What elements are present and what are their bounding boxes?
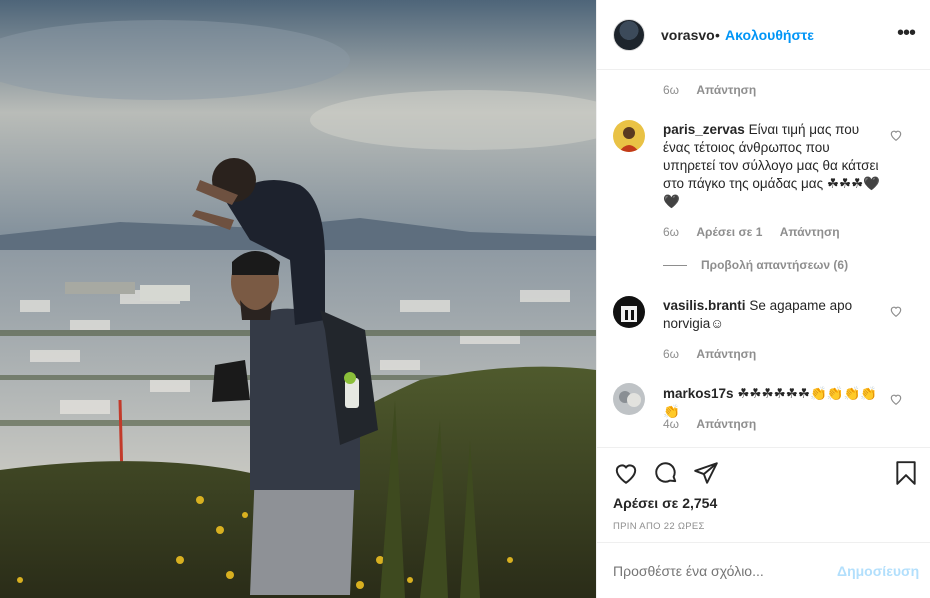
comment-input[interactable] bbox=[613, 563, 813, 579]
comment-meta: 6ω Αρέσει σε 1 Απάντηση bbox=[663, 225, 840, 239]
comment-reply-button[interactable]: Απάντηση bbox=[696, 347, 756, 361]
view-replies-button[interactable]: Προβολή απαντήσεων (6) bbox=[663, 258, 848, 272]
comment-like-icon[interactable] bbox=[889, 392, 903, 406]
comment-reply-button[interactable]: Απάντηση bbox=[780, 225, 840, 239]
comment-age: 6ω bbox=[663, 225, 680, 239]
replies-divider bbox=[663, 265, 687, 267]
comment-reply-button[interactable]: Απάντηση bbox=[696, 417, 756, 431]
author-avatar[interactable] bbox=[613, 19, 645, 51]
comment-body: markos17s ☘☘☘☘☘☘👏👏👏👏👏 bbox=[663, 385, 883, 421]
commenter-avatar[interactable] bbox=[613, 296, 645, 328]
commenter-avatar-picture bbox=[621, 306, 637, 322]
comment-age: 4ω bbox=[663, 417, 680, 431]
comment-meta: 4ω Απάντηση bbox=[663, 417, 756, 431]
comment-meta: 6ω Απάντηση bbox=[663, 347, 756, 361]
post-photo-scene bbox=[0, 0, 596, 598]
heart-icon[interactable] bbox=[613, 460, 639, 486]
post-header: vorasvo • Ακολουθήστε ••• bbox=[597, 0, 930, 70]
comment-body: paris_zervas Είναι τιμή μας που ένας τέτ… bbox=[663, 121, 883, 211]
commenter-avatar[interactable] bbox=[613, 120, 645, 152]
comment-age: 6ω bbox=[663, 347, 680, 361]
commenter-username[interactable]: paris_zervas bbox=[663, 122, 745, 137]
post-sidebar: vorasvo • Ακολουθήστε ••• 6ω Απάντηση pa… bbox=[596, 0, 930, 598]
post-comment-button[interactable]: Δημοσίευση bbox=[837, 563, 919, 579]
like-count[interactable]: Αρέσει σε 2,754 bbox=[613, 495, 717, 511]
separator-dot: • bbox=[715, 27, 720, 43]
comment-body: vasilis.branti Se agapame apo norvigia☺ bbox=[663, 297, 883, 333]
author-username[interactable]: vorasvo bbox=[661, 27, 715, 43]
view-replies-label: Προβολή απαντήσεων (6) bbox=[701, 258, 849, 272]
save-bookmark-icon[interactable] bbox=[893, 460, 919, 486]
more-options-icon[interactable]: ••• bbox=[897, 22, 916, 45]
follow-button[interactable]: Ακολουθήστε bbox=[725, 27, 814, 43]
comment-likes[interactable]: Αρέσει σε 1 bbox=[696, 225, 762, 239]
comment-icon[interactable] bbox=[653, 460, 679, 486]
commenter-avatar-picture bbox=[619, 391, 641, 407]
commenter-username[interactable]: markos17s bbox=[663, 386, 734, 401]
commenter-username[interactable]: vasilis.branti bbox=[663, 298, 746, 313]
share-icon[interactable] bbox=[693, 460, 719, 486]
add-comment-bar: Δημοσίευση bbox=[597, 542, 930, 598]
post-photo[interactable] bbox=[0, 0, 596, 598]
caption-age: 6ω bbox=[663, 83, 680, 97]
commenter-avatar-picture bbox=[619, 127, 639, 152]
caption-meta: 6ω Απάντηση bbox=[663, 83, 756, 97]
post-timestamp[interactable]: ΠΡΙΝ ΑΠΟ 22 ΩΡΕΣ bbox=[613, 521, 705, 532]
commenter-avatar[interactable] bbox=[613, 383, 645, 415]
comment-like-icon[interactable] bbox=[889, 128, 903, 142]
comment-like-icon[interactable] bbox=[889, 304, 903, 318]
post-actions: Αρέσει σε 2,754 ΠΡΙΝ ΑΠΟ 22 ΩΡΕΣ bbox=[597, 447, 930, 542]
caption-reply-button[interactable]: Απάντηση bbox=[696, 83, 756, 97]
